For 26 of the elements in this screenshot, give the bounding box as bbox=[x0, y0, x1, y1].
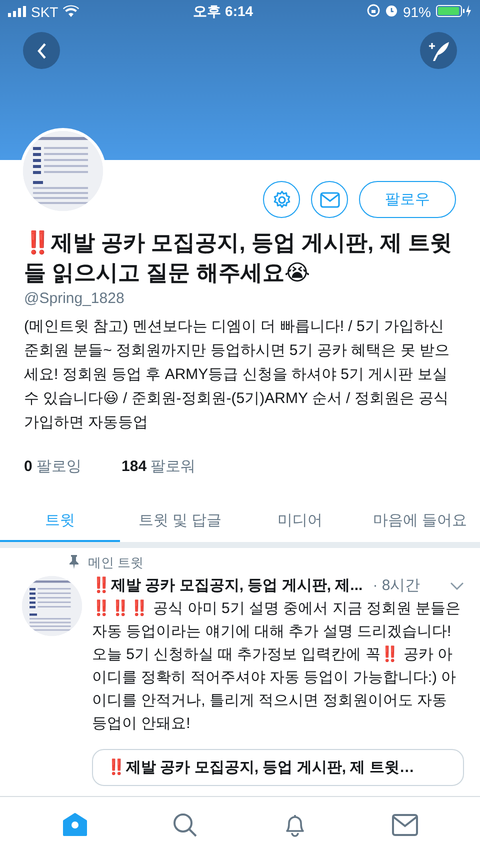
profile-tab[interactable]: 트윗 및 답글 bbox=[120, 499, 240, 542]
follow-button[interactable]: 팔로우 bbox=[359, 181, 456, 218]
tweet-time: · 8시간 bbox=[372, 576, 420, 595]
follow-count[interactable]: 0 팔로잉 bbox=[24, 457, 82, 476]
profile-tab[interactable]: 미디어 bbox=[240, 499, 360, 542]
profile-name: ‼제발 공카 모집공지, 등업 게시판, 제 트윗들 읽으시고 질문 해주세요😭 bbox=[24, 229, 453, 287]
gear-icon bbox=[272, 190, 292, 210]
tweet-text: ‼‼‼ 공식 아미 5기 설명 중에서 지금 정회원 분들은 자동 등업이라는 얘기에 대해 추가 설명 드리겠습니다! 오늘 5기 신청하실 때 추가정보 입력칸에 꼭‼ 공카 아이디를 정확히 적어주셔야 자동 등업이 가능합니다:) 아이디를 안적거나, 틀리게 적으시면 정회원이어도 자동 등업이 안돼요! bbox=[92, 598, 462, 734]
profile-tab[interactable]: 트윗 bbox=[0, 499, 120, 542]
back-button[interactable] bbox=[23, 32, 60, 69]
message-button[interactable] bbox=[311, 181, 348, 218]
settings-button[interactable] bbox=[263, 181, 300, 218]
profile-handle: @Spring_1828 bbox=[24, 290, 126, 307]
profile-tab[interactable]: 마음에 들어요 bbox=[360, 499, 480, 542]
battery-percent: 91% bbox=[402, 4, 431, 20]
compose-button[interactable] bbox=[420, 32, 457, 69]
tweet-author: ‼제발 공카 모집공지, 등업 게시판, 제... bbox=[92, 576, 363, 595]
follow-count[interactable]: 184 팔로워 bbox=[122, 457, 196, 476]
signal-icon bbox=[8, 4, 26, 20]
battery-icon bbox=[436, 4, 472, 20]
status-time: 오후 6:14 bbox=[193, 3, 254, 21]
profile-bio: (메인트윗 참고) 멘션보다는 디엠이 더 빠릅니다! / 5기 가입하신 준회원 분들~ 정회원까지만 등업하시면 5기 공카 혜택은 못 받으세요! 정회원 등업 후 ARMY등급 신청을 하셔야 5기 게시판 보실수 있습니다😃 / 준회원-정회원-(5기)ARMY 순서 / 정회원은 공식 가입하면 자동등업 bbox=[24, 317, 450, 433]
carrier-name: SKT bbox=[31, 4, 58, 20]
envelope-icon bbox=[320, 192, 340, 208]
pinned-label: 메인 트윗 bbox=[88, 554, 144, 572]
quoted-tweet[interactable]: ‼제발 공카 모집공지, 등업 게시판, 제 트윗… bbox=[92, 749, 464, 786]
